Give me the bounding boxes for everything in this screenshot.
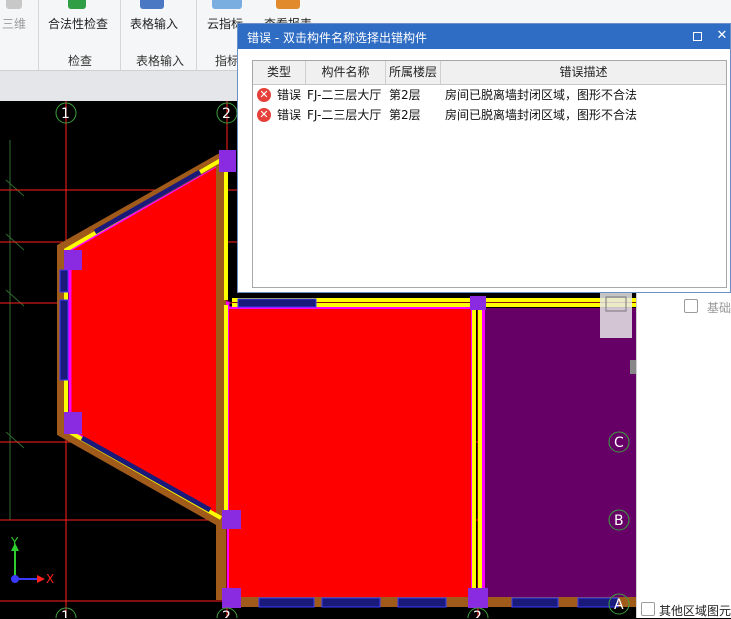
dialog-title: 错误 - 双击构件名称选择出错构件 (247, 31, 427, 45)
row-description: 房间已脱离墙封闭区域，图形不合法 (445, 108, 638, 122)
foundation-label: 基础 (707, 301, 731, 315)
axis-label-bottom-1: 1 (61, 609, 70, 618)
column-header-desc[interactable]: 错误描述 (441, 61, 726, 84)
axis-label-bottom-2b: 2 (473, 609, 482, 618)
row-description: 房间已脱离墙封闭区域，图形不合法 (445, 88, 638, 102)
row-type: 错误 (277, 88, 302, 102)
separator (38, 0, 39, 70)
room-purple (480, 308, 636, 600)
error-icon: ✕ (257, 88, 271, 102)
row-component-name[interactable]: FJ-二三层大厅 (307, 105, 387, 125)
table-icon (140, 0, 164, 9)
foundation-checkbox[interactable] (684, 299, 698, 313)
group-label-check: 检查 (68, 54, 93, 68)
legality-check-button[interactable]: 合法性检查 (48, 15, 108, 32)
separator (120, 0, 121, 70)
row-floor: 第2层 (389, 108, 421, 122)
axis-label-top-2: 2 (222, 106, 231, 122)
other-area-label: 其他区域图元 (659, 604, 731, 618)
row-type: 错误 (277, 108, 302, 122)
ucs-y-label: Y (10, 535, 19, 549)
axis-label-bottom-2: 2 (222, 609, 231, 618)
column-header-floor[interactable]: 所属楼层 (386, 61, 441, 84)
check-icon (68, 0, 86, 9)
group-label-table: 表格输入 (136, 54, 185, 68)
error-dialog: 错误 - 双击构件名称选择出错构件 ✕ 类型 构件名称 所属楼层 错误描述 ✕ … (237, 23, 731, 293)
cloud-icon (212, 0, 242, 9)
ucs-x-label: X (46, 572, 54, 586)
close-button[interactable]: ✕ (713, 27, 731, 45)
table-row[interactable]: ✕ 错误 FJ-二三层大厅 第2层 房间已脱离墙封闭区域，图形不合法 (253, 85, 726, 105)
maximize-button[interactable] (688, 27, 706, 45)
group-label-cloud: 指标 (215, 54, 240, 68)
column-header-name[interactable]: 构件名称 (306, 61, 386, 84)
close-icon: ✕ (716, 28, 728, 43)
column-header-type[interactable]: 类型 (253, 61, 306, 84)
axis-label-right-a: A (614, 597, 624, 613)
axis-label-top-1: 1 (61, 106, 70, 122)
report-icon (276, 0, 300, 9)
table-row[interactable]: ✕ 错误 FJ-二三层大厅 第2层 房间已脱离墙封闭区域，图形不合法 (253, 105, 726, 125)
error-icon: ✕ (257, 108, 271, 122)
view-3d-icon (6, 0, 22, 9)
row-component-name[interactable]: FJ-二三层大厅 (307, 85, 387, 105)
other-area-checkbox[interactable] (641, 602, 655, 616)
axis-label-right-b: B (614, 513, 624, 529)
table-input-button[interactable]: 表格输入 (130, 15, 178, 32)
dialog-titlebar[interactable]: 错误 - 双击构件名称选择出错构件 ✕ (238, 24, 730, 49)
separator (196, 0, 197, 70)
maximize-icon (692, 32, 702, 41)
error-table: 类型 构件名称 所属楼层 错误描述 ✕ 错误 FJ-二三层大厅 第2层 房间已脱… (252, 60, 727, 288)
axis-label-right-c: C (614, 435, 624, 451)
row-floor: 第2层 (389, 88, 421, 102)
right-panel: 基础 其他区域图元 (636, 280, 731, 618)
table-header: 类型 构件名称 所属楼层 错误描述 (253, 61, 726, 85)
view-3d-button[interactable]: 三维 (2, 15, 26, 32)
